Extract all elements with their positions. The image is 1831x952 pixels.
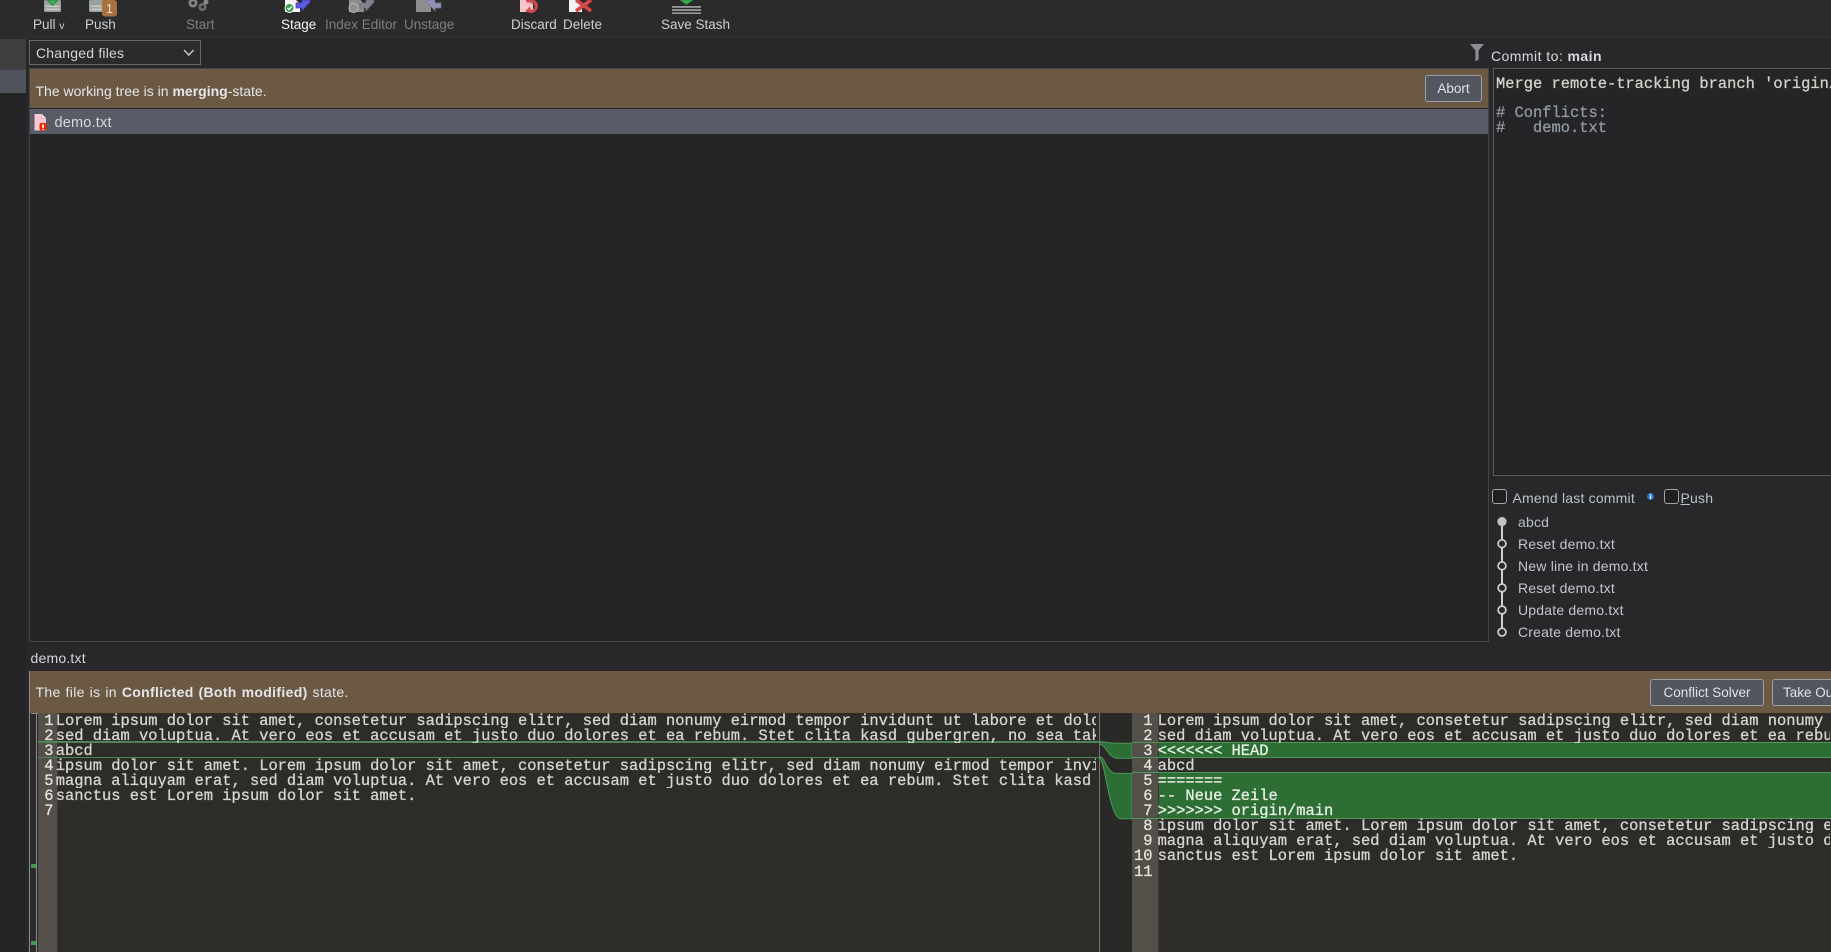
svg-text:1: 1 [106,2,113,16]
